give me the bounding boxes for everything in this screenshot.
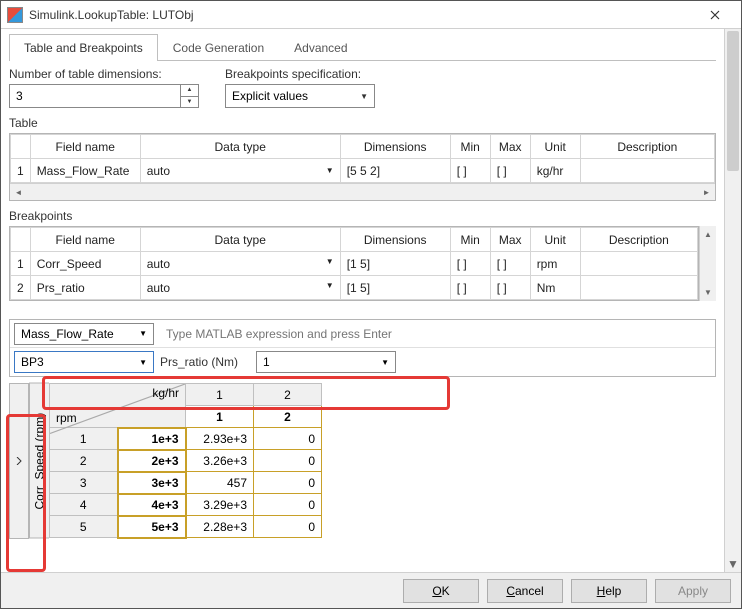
table-header-unit: Unit — [530, 135, 580, 159]
cell-dims[interactable]: [5 5 2] — [340, 159, 450, 183]
slice-selector: Mass_Flow_Rate▼ BP3▼ Prs_ratio (Nm) 1▼ — [9, 319, 716, 377]
apply-button[interactable]: Apply — [655, 579, 731, 603]
table-row[interactable]: 44e+33.29e+30 — [50, 494, 322, 516]
panel-expand-button[interactable] — [9, 383, 29, 539]
table-hscroll[interactable]: ◄ ► — [10, 183, 715, 200]
table-header-max: Max — [490, 135, 530, 159]
chevron-down-icon: ▼ — [326, 257, 334, 271]
title-bar: Simulink.LookupTable: LUTObj — [1, 1, 741, 29]
chevron-down-icon: ▼ — [139, 358, 147, 367]
tab-table-breakpoints[interactable]: Table and Breakpoints — [9, 34, 158, 61]
table-header-dims: Dimensions — [340, 135, 450, 159]
table-grid: Field name Data type Dimensions Min Max … — [9, 133, 716, 201]
cell-max[interactable]: [ ] — [490, 159, 530, 183]
dialog-footer: OK Cancel Help Apply — [1, 572, 741, 608]
scroll-right-icon[interactable]: ► — [698, 184, 715, 200]
help-button[interactable]: Help — [571, 579, 647, 603]
dimensions-label: Number of table dimensions: — [9, 67, 199, 81]
slice-combo-bp3[interactable]: BP3▼ — [14, 351, 154, 373]
row-index: 1 — [11, 159, 31, 183]
dimensions-input[interactable] — [10, 89, 180, 103]
vertical-axis-label: Corr_Speed (rpm) — [29, 383, 49, 539]
chevron-down-icon: ▼ — [139, 329, 147, 338]
section-breakpoints-label: Breakpoints — [9, 209, 716, 223]
cell-desc[interactable] — [580, 159, 714, 183]
dimensions-spinner[interactable]: ▲ ▼ — [9, 84, 199, 108]
spinner-down-icon[interactable]: ▼ — [181, 97, 198, 108]
slice-combo-prsratio[interactable]: 1▼ — [256, 351, 396, 373]
chevron-right-icon — [15, 457, 23, 465]
chevron-down-icon: ▼ — [326, 281, 334, 295]
table-row[interactable]: 22e+33.26e+30 — [50, 450, 322, 472]
window-title: Simulink.LookupTable: LUTObj — [29, 8, 695, 22]
scroll-left-icon[interactable]: ◄ — [10, 184, 27, 200]
table-row[interactable]: 1 Mass_Flow_Rate auto▼ [5 5 2] [ ] [ ] k… — [11, 159, 715, 183]
tab-code-generation[interactable]: Code Generation — [158, 34, 279, 61]
cell-unit[interactable]: kg/hr — [530, 159, 580, 183]
spinner-up-icon[interactable]: ▲ — [181, 85, 198, 97]
table-header-min: Min — [450, 135, 490, 159]
section-table-label: Table — [9, 116, 716, 130]
spec-combo[interactable]: Explicit values ▼ — [225, 84, 375, 108]
col-header[interactable]: 1 — [186, 406, 254, 428]
app-icon — [7, 7, 23, 23]
col-header[interactable]: 2 — [254, 406, 322, 428]
spec-value: Explicit values — [232, 89, 360, 103]
col-index: 1 — [186, 384, 254, 406]
breakpoints-vscroll[interactable]: ▲ ▼ — [699, 226, 716, 301]
chevron-down-icon: ▼ — [326, 166, 334, 175]
expression-input[interactable] — [160, 323, 711, 345]
scroll-down-icon[interactable]: ▼ — [725, 555, 741, 572]
cell-min[interactable]: [ ] — [450, 159, 490, 183]
slice-combo-mflow[interactable]: Mass_Flow_Rate▼ — [14, 323, 154, 345]
cell-field[interactable]: Mass_Flow_Rate — [30, 159, 140, 183]
col-index: 2 — [254, 384, 322, 406]
prs-ratio-label: Prs_ratio (Nm) — [160, 355, 250, 369]
table-row[interactable]: 33e+34570 — [50, 472, 322, 494]
tab-bar: Table and Breakpoints Code Generation Ad… — [9, 33, 716, 61]
chevron-down-icon: ▼ — [381, 358, 389, 367]
table-row[interactable]: 55e+32.28e+30 — [50, 516, 322, 538]
ok-button[interactable]: OK — [403, 579, 479, 603]
table-header-dtype: Data type — [140, 135, 340, 159]
spec-label: Breakpoints specification: — [225, 67, 375, 81]
table-header-rowidx — [11, 135, 31, 159]
cancel-button[interactable]: Cancel — [487, 579, 563, 603]
table-row[interactable]: 1 Corr_Speed auto▼ [1 5] [ ] [ ] rpm — [11, 252, 698, 276]
table-header-field: Field name — [30, 135, 140, 159]
data-table: kg/hr rpm 1 2 1 2 11e+32.93e+30 22e+33.2… — [49, 383, 322, 539]
close-icon — [710, 10, 720, 20]
scroll-down-icon[interactable]: ▼ — [700, 284, 716, 301]
close-button[interactable] — [695, 3, 735, 27]
tab-advanced[interactable]: Advanced — [279, 34, 362, 61]
breakpoints-grid: Field name Data type Dimensions Min Max … — [9, 226, 699, 301]
cell-dtype[interactable]: auto▼ — [140, 159, 340, 183]
scroll-thumb[interactable] — [727, 31, 739, 171]
table-row[interactable]: 2 Prs_ratio auto▼ [1 5] [ ] [ ] Nm — [11, 276, 698, 300]
main-vscroll[interactable]: ▲ ▼ — [724, 29, 741, 572]
scroll-up-icon[interactable]: ▲ — [700, 226, 716, 243]
table-header-desc: Description — [580, 135, 714, 159]
chevron-down-icon: ▼ — [360, 92, 368, 101]
